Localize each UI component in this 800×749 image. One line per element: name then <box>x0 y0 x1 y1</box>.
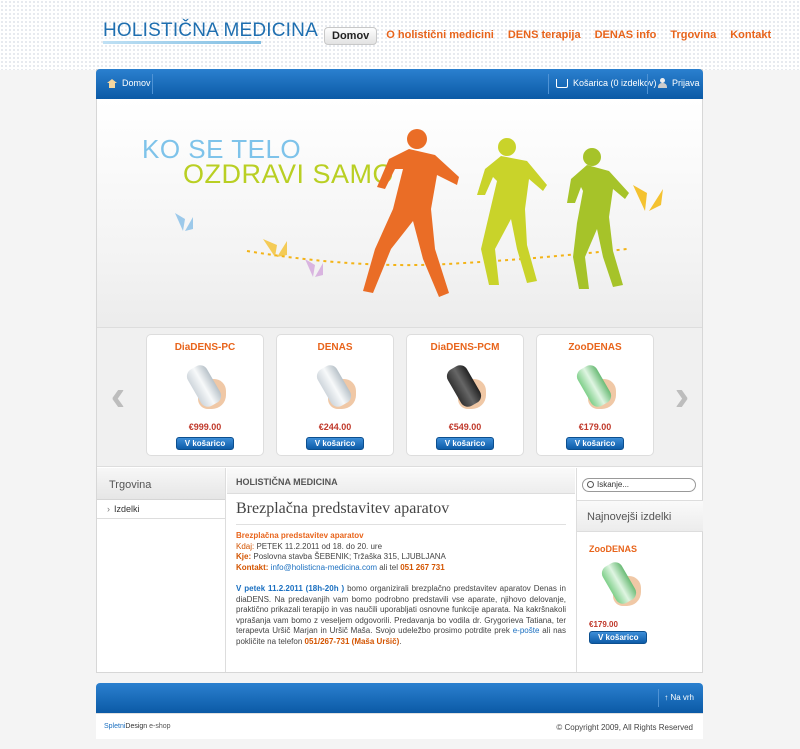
add-to-cart-button[interactable]: V košarico <box>589 631 648 644</box>
product-name[interactable]: ZooDENAS <box>589 544 637 554</box>
user-icon <box>658 78 667 88</box>
product-name[interactable]: DENAS <box>277 342 393 353</box>
event-contact: Kontakt: info@holisticna-medicina.com al… <box>236 562 445 572</box>
product-name[interactable]: ZooDENAS <box>537 342 653 353</box>
latest-products-title: Najnovejši izdelki <box>577 500 703 532</box>
product-price: €179.00 <box>578 422 612 432</box>
sidebar-item-izdelki[interactable]: › Izdelki <box>97 500 225 519</box>
search-input[interactable]: Iskanje... <box>582 478 696 492</box>
nav-denas-info[interactable]: DENAS info <box>588 27 664 45</box>
product-card[interactable]: ZooDENAS €179.00 V košarico <box>536 334 654 456</box>
butterfly-icon <box>305 259 323 277</box>
footer-bottom: SpletniDesign e-shop © Copyright 2009, A… <box>96 713 703 739</box>
add-to-cart-button[interactable]: V košarico <box>175 437 235 450</box>
nav-trgovina[interactable]: Trgovina <box>663 27 723 45</box>
runner-yellow-silhouette <box>477 138 547 285</box>
home-label: Domov <box>122 78 151 88</box>
designer-credit[interactable]: SpletniDesign e-shop <box>104 723 171 730</box>
product-price: €999.00 <box>188 422 222 432</box>
toolbar: Domov Košarica (0 izdelkov) Prijava <box>96 69 703 99</box>
site-logo[interactable]: HOLISTIČNA MEDICINA <box>103 20 318 42</box>
cart-label: Košarica (0 izdelkov) <box>573 78 657 88</box>
left-sidebar: Trgovina › Izdelki <box>97 468 226 672</box>
arrow-up-icon: ↑ <box>664 693 669 702</box>
article-paragraph: V petek 11.2.2011 (18h-20h ) bomo organi… <box>236 584 566 646</box>
hero-banner: KO SE TELO OZDRAVI SAMO <box>97 99 702 327</box>
runner-green-silhouette <box>567 148 629 289</box>
product-card[interactable]: DENAS €244.00 V košarico <box>276 334 394 456</box>
product-carousel: ‹ DiaDENS-PC €999.00 V košarico DENAS €2… <box>97 327 702 467</box>
product-image[interactable] <box>306 361 364 413</box>
sidebar-item-label: Izdelki <box>114 504 140 514</box>
product-price: €244.00 <box>318 422 352 432</box>
cart-link[interactable]: Košarica (0 izdelkov) <box>556 78 657 88</box>
home-link[interactable]: Domov <box>107 78 151 88</box>
carousel-next-chevron-right-icon[interactable]: › <box>669 374 695 418</box>
article-title: Brezplačna predstavitev aparatov <box>236 500 566 525</box>
product-name[interactable]: DiaDENS-PCM <box>407 342 523 353</box>
divider <box>647 74 648 94</box>
nav-domov[interactable]: Domov <box>324 27 378 45</box>
nav-kontakt[interactable]: Kontakt <box>723 27 778 45</box>
login-link[interactable]: Prijava <box>658 78 700 88</box>
chevron-right-icon: › <box>107 504 110 514</box>
email-link[interactable]: info@holisticna-medicina.com <box>271 563 377 572</box>
divider <box>658 689 659 707</box>
nav-dens-terapija[interactable]: DENS terapija <box>501 27 588 45</box>
event-when: Kdaj: PETEK 11.2.2011 od 18. do 20. ure <box>236 541 383 551</box>
right-sidebar: Iskanje... Najnovejši izdelki ZooDENAS €… <box>576 468 703 672</box>
nav-o-holisticni-medicini[interactable]: O holistični medicini <box>379 27 501 45</box>
main-navigation: Domov O holistični medicini DENS terapij… <box>324 27 778 45</box>
back-to-top-link[interactable]: ↑ Na vrh <box>664 693 694 702</box>
product-price: €549.00 <box>448 422 482 432</box>
add-to-cart-button[interactable]: V košarico <box>305 437 365 450</box>
butterfly-icon <box>263 239 287 257</box>
copyright: © Copyright 2009, All Rights Reserved <box>556 723 693 732</box>
sidebar-title: Trgovina <box>97 468 225 500</box>
runner-orange-silhouette <box>363 129 459 297</box>
main-content: HOLISTIČNA MEDICINA Brezplačna predstavi… <box>227 468 575 672</box>
event-where: Kje: Poslovna stavba ŠEBENIK; Tržaška 31… <box>236 552 446 561</box>
footer-bar: ↑ Na vrh <box>96 683 703 713</box>
product-image[interactable] <box>566 361 624 413</box>
product-card[interactable]: DiaDENS-PC €999.00 V košarico <box>146 334 264 456</box>
product-image[interactable] <box>176 361 234 413</box>
butterfly-icon <box>633 185 663 211</box>
add-to-cart-button[interactable]: V košarico <box>565 437 625 450</box>
event-info: Brezplačna predstavitev aparatov Kdaj: P… <box>227 531 575 573</box>
divider <box>548 74 549 94</box>
product-image[interactable] <box>591 558 641 610</box>
email-link[interactable]: e-pošte <box>513 626 540 635</box>
product-name[interactable]: DiaDENS-PC <box>147 342 263 353</box>
hero-illustration <box>175 129 663 297</box>
search-icon <box>587 481 594 488</box>
event-title: Brezplačna predstavitev aparatov <box>236 531 364 540</box>
butterfly-icon <box>175 213 193 231</box>
home-icon <box>107 78 117 88</box>
add-to-cart-button[interactable]: V košarico <box>435 437 495 450</box>
product-card[interactable]: DiaDENS-PCM €549.00 V košarico <box>406 334 524 456</box>
content-header: HOLISTIČNA MEDICINA <box>227 468 575 494</box>
divider <box>152 74 153 94</box>
carousel-prev-chevron-left-icon[interactable]: ‹ <box>105 374 131 418</box>
product-image[interactable] <box>436 361 494 413</box>
cart-icon <box>556 78 568 88</box>
logo-underline <box>103 41 261 44</box>
login-label: Prijava <box>672 78 700 88</box>
product-price: €179.00 <box>589 620 618 629</box>
